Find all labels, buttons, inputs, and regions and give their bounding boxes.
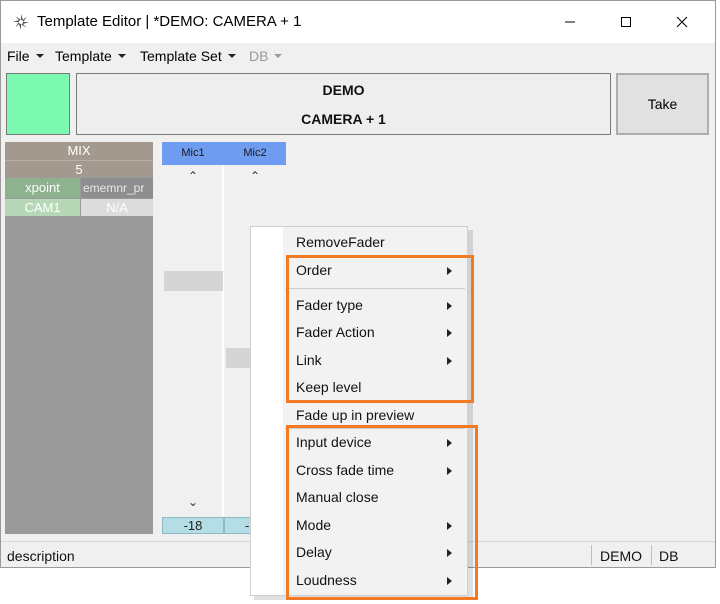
fader-value-mic1[interactable]: -18	[162, 517, 224, 534]
context-menu-gutter	[251, 227, 283, 595]
fader-track-mic1[interactable]: ⌃ ⌄	[162, 165, 224, 516]
window-title: Template Editor | *DEMO: CAMERA + 1	[37, 13, 302, 30]
app-logo-icon	[11, 12, 31, 32]
close-icon	[676, 16, 688, 28]
take-button[interactable]: Take	[616, 73, 709, 135]
menu-file-label: File	[7, 48, 30, 64]
menu-db: DB	[249, 48, 283, 64]
fader-header-mic2[interactable]: Mic2	[224, 142, 286, 165]
status-divider	[591, 545, 592, 565]
template-subtitle: CAMERA + 1	[301, 111, 386, 127]
status-description: description	[7, 548, 75, 564]
status-site: DEMO	[600, 548, 642, 564]
chevron-up-icon[interactable]: ⌃	[162, 169, 224, 183]
template-header: DEMO CAMERA + 1	[76, 73, 611, 135]
minimize-icon	[565, 21, 575, 23]
status-divider	[651, 545, 652, 565]
chevron-down-icon	[35, 54, 44, 59]
chevron-down-icon[interactable]: ⌄	[162, 495, 224, 509]
menu-item-fade-up-in-preview[interactable]: Fade up in preview	[296, 407, 414, 423]
chevron-down-icon	[274, 54, 283, 59]
minimize-button[interactable]	[547, 1, 593, 43]
chevron-down-icon	[117, 54, 126, 59]
status-db: DB	[659, 548, 679, 564]
mix-panel: MIX 5 xpoint ememnr_pr CAM1 N/A	[5, 142, 153, 534]
template-color-swatch[interactable]	[6, 73, 70, 135]
menu-template-label: Template	[55, 48, 112, 64]
mix-title: MIX	[5, 142, 153, 160]
mix-number: 5	[5, 160, 153, 177]
template-name: DEMO	[322, 82, 365, 98]
maximize-button[interactable]	[603, 1, 649, 43]
fader-header-mic1[interactable]: Mic1	[162, 142, 224, 165]
menu-item-remove-fader[interactable]: RemoveFader	[296, 234, 385, 250]
fader-knob-mic1[interactable]	[164, 271, 223, 291]
title-bar[interactable]: Template Editor | *DEMO: CAMERA + 1	[1, 1, 715, 43]
mix-column-header: ememnr_pr	[81, 178, 153, 198]
xpoint-cell[interactable]: CAM1	[5, 199, 80, 216]
mix-column-cell[interactable]: N/A	[81, 199, 153, 216]
menu-db-label: DB	[249, 48, 269, 64]
chevron-up-icon[interactable]: ⌃	[224, 169, 286, 183]
menu-template-set[interactable]: Template Set	[140, 48, 236, 64]
maximize-icon	[621, 17, 631, 27]
menu-bar: File Template Template Set DB	[1, 43, 715, 71]
highlight-box-input-options	[286, 425, 478, 600]
xpoint-header: xpoint	[5, 178, 80, 198]
menu-template[interactable]: Template	[55, 48, 126, 64]
menu-file[interactable]: File	[7, 48, 44, 64]
highlight-box-fader-options	[286, 255, 474, 403]
chevron-down-icon	[227, 54, 236, 59]
menu-template-set-label: Template Set	[140, 48, 222, 64]
close-button[interactable]	[659, 1, 705, 43]
